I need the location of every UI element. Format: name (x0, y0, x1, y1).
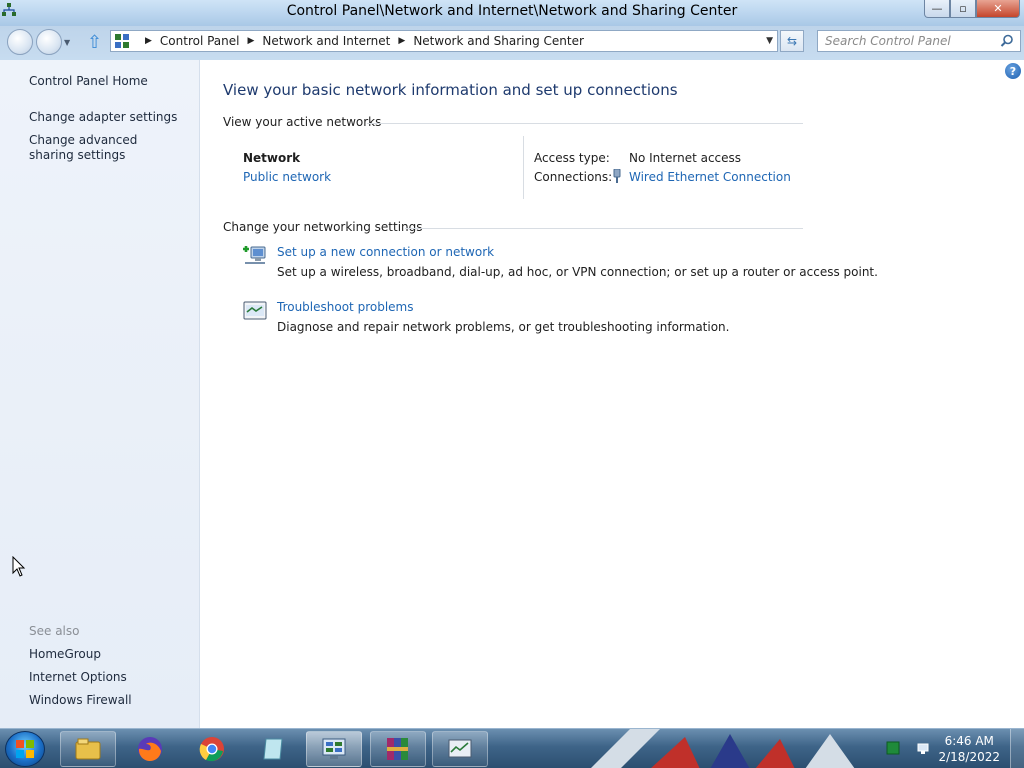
ethernet-icon (613, 169, 621, 183)
sidebar-item-homegroup[interactable]: HomeGroup (29, 647, 189, 662)
clock-date: 2/18/2022 (938, 750, 1000, 764)
sidebar-item-control-panel-home[interactable]: Control Panel Home (29, 74, 189, 89)
active-networks-heading: View your active networks (223, 115, 382, 129)
page-title: View your basic network information and … (223, 81, 678, 99)
help-icon[interactable]: ? (1005, 63, 1021, 79)
vertical-divider (523, 136, 524, 199)
access-type-value: No Internet access (629, 151, 742, 165)
setup-new-connection-link[interactable]: Set up a new connection or network (277, 245, 494, 259)
breadcrumb-control-panel[interactable]: Control Panel (160, 34, 240, 48)
notepad-icon (263, 738, 283, 760)
search-box[interactable] (817, 30, 1021, 52)
mouse-cursor-icon (12, 556, 26, 577)
access-type-label: Access type: (534, 151, 610, 165)
breadcrumb-network-and-internet[interactable]: Network and Internet (262, 34, 390, 48)
chevron-right-icon[interactable]: ▶ (145, 36, 152, 46)
taskbar-file-explorer[interactable] (60, 731, 116, 767)
networking-settings-heading: Change your networking settings (223, 220, 423, 234)
firefox-icon (138, 737, 162, 762)
section-divider (367, 123, 803, 124)
control-panel-icon (322, 738, 346, 759)
green-status-icon[interactable] (886, 741, 900, 755)
sidebar-item-internet-options[interactable]: Internet Options (29, 670, 189, 685)
recent-pages-dropdown-icon[interactable]: ▼ (64, 38, 70, 47)
taskbar-task-manager[interactable] (432, 731, 488, 767)
connections-label: Connections: (534, 170, 613, 184)
troubleshoot-icon (243, 301, 267, 320)
clock[interactable]: 6:46 AM 2/18/2022 (938, 733, 1000, 765)
taskbar-firefox[interactable] (122, 731, 178, 767)
taskbar-control-panel[interactable] (306, 731, 362, 767)
network-setup-icon (243, 246, 266, 264)
task-manager-icon (448, 739, 472, 758)
taskbar: 6:46 AM 2/18/2022 (0, 728, 1024, 768)
desktop-wallpaper-art (591, 729, 855, 768)
sidebar-item-change-advanced-sharing-settings[interactable]: Change advanced sharing settings (29, 133, 179, 163)
title-bar: Control Panel\Network and Internet\Netwo… (0, 0, 1024, 26)
show-desktop-button[interactable] (1010, 729, 1024, 768)
navigation-bar: ▼ ⇧ ▶ Control Panel ▶ Network and Intern… (0, 26, 1024, 60)
clock-time: 6:46 AM (944, 734, 994, 748)
file-explorer-icon (75, 738, 101, 760)
sidebar-item-windows-firewall[interactable]: Windows Firewall (29, 693, 189, 708)
control-panel-icon (115, 34, 129, 48)
network-type-link[interactable]: Public network (243, 170, 331, 184)
main-content: ? View your basic network information an… (201, 60, 1024, 728)
close-button[interactable]: ✕ (976, 0, 1020, 18)
winrar-icon (387, 738, 408, 760)
wired-ethernet-connection-link[interactable]: Wired Ethernet Connection (629, 170, 791, 184)
restore-button[interactable]: ▫ (950, 0, 976, 18)
refresh-button[interactable]: ⇆ (780, 30, 804, 52)
sidebar-item-change-adapter-settings[interactable]: Change adapter settings (29, 110, 189, 125)
back-button[interactable] (7, 29, 33, 55)
network-name: Network (243, 151, 301, 165)
address-bar[interactable]: ▶ Control Panel ▶ Network and Internet ▶… (110, 30, 778, 52)
network-tray-icon[interactable] (916, 741, 930, 755)
windows-logo-icon (16, 740, 34, 758)
breadcrumb-network-and-sharing-center[interactable]: Network and Sharing Center (413, 34, 584, 48)
minimize-button[interactable]: — (924, 0, 950, 18)
window-title: Control Panel\Network and Internet\Netwo… (286, 3, 738, 19)
sidebar: Control Panel Home Change adapter settin… (0, 60, 200, 728)
search-icon[interactable] (1000, 34, 1014, 48)
troubleshoot-problems-link[interactable]: Troubleshoot problems (277, 300, 413, 314)
start-button[interactable] (5, 731, 45, 767)
taskbar-notepad[interactable] (246, 731, 302, 767)
section-divider (405, 228, 803, 229)
troubleshoot-problems-description: Diagnose and repair network problems, or… (277, 320, 730, 334)
chevron-right-icon[interactable]: ▶ (248, 36, 255, 46)
search-input[interactable] (818, 31, 994, 51)
address-dropdown-icon[interactable]: ▼ (766, 36, 773, 46)
up-arrow-icon[interactable]: ⇧ (87, 32, 102, 53)
chevron-right-icon[interactable]: ▶ (398, 36, 405, 46)
see-also-heading: See also (29, 624, 80, 638)
chrome-icon (199, 737, 224, 762)
taskbar-winrar[interactable] (370, 731, 426, 767)
forward-button[interactable] (36, 29, 62, 55)
setup-new-connection-description: Set up a wireless, broadband, dial-up, a… (277, 265, 878, 279)
taskbar-chrome[interactable] (184, 731, 240, 767)
system-tray: 6:46 AM 2/18/2022 (874, 729, 1024, 768)
